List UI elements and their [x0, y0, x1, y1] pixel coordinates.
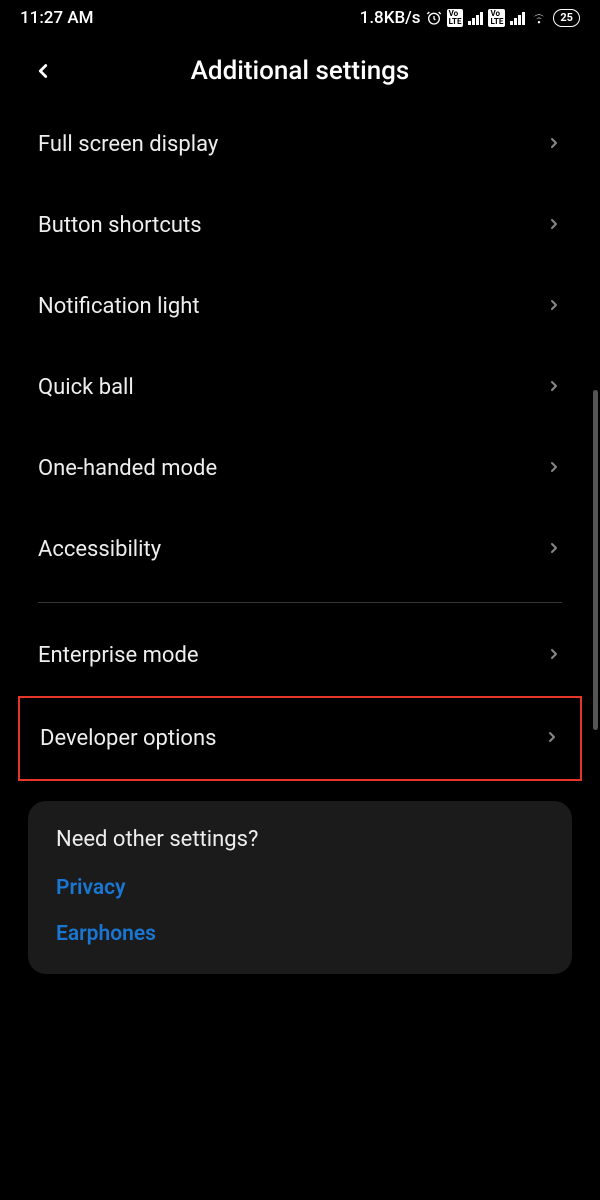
setting-label: Enterprise mode	[38, 643, 199, 668]
setting-label: Quick ball	[38, 375, 134, 400]
suggestion-box: Need other settings? Privacy Earphones	[28, 801, 572, 974]
setting-label: Full screen display	[38, 132, 218, 157]
signal-sim2-icon	[510, 11, 525, 25]
signal-sim1-icon	[468, 11, 483, 25]
scrollbar[interactable]	[593, 390, 598, 730]
setting-label: Notification light	[38, 294, 200, 319]
setting-one-handed-mode[interactable]: One-handed mode	[0, 428, 600, 509]
suggestion-title: Need other settings?	[56, 827, 544, 852]
setting-label: Accessibility	[38, 537, 161, 562]
suggestion-link-earphones[interactable]: Earphones	[56, 922, 544, 946]
setting-button-shortcuts[interactable]: Button shortcuts	[0, 185, 600, 266]
chevron-right-icon	[546, 456, 562, 481]
setting-label: Developer options	[40, 726, 216, 751]
setting-accessibility[interactable]: Accessibility	[0, 509, 600, 590]
setting-full-screen-display[interactable]: Full screen display	[0, 104, 600, 185]
status-data-rate: 1.8KB/s	[360, 8, 421, 28]
settings-list: Full screen display Button shortcuts Not…	[0, 104, 600, 974]
status-bar: 11:27 AM 1.8KB/s VoLTE VoLTE 25	[0, 0, 600, 32]
header: Additional settings	[0, 32, 600, 104]
battery-indicator: 25	[553, 9, 580, 26]
status-time: 11:27 AM	[20, 8, 94, 28]
back-button[interactable]	[32, 60, 54, 82]
wifi-icon	[530, 10, 548, 26]
chevron-right-icon	[546, 643, 562, 668]
chevron-right-icon	[544, 726, 560, 751]
setting-developer-options[interactable]: Developer options	[18, 696, 582, 781]
setting-label: One-handed mode	[38, 456, 217, 481]
setting-notification-light[interactable]: Notification light	[0, 266, 600, 347]
suggestion-link-privacy[interactable]: Privacy	[56, 876, 544, 900]
lte-sim2-icon: VoLTE	[488, 9, 505, 27]
alarm-icon	[426, 10, 442, 26]
chevron-right-icon	[546, 375, 562, 400]
chevron-right-icon	[546, 537, 562, 562]
setting-enterprise-mode[interactable]: Enterprise mode	[0, 615, 600, 696]
chevron-right-icon	[546, 132, 562, 157]
chevron-right-icon	[546, 294, 562, 319]
page-title: Additional settings	[20, 56, 580, 86]
setting-quick-ball[interactable]: Quick ball	[0, 347, 600, 428]
chevron-right-icon	[546, 213, 562, 238]
setting-label: Button shortcuts	[38, 213, 202, 238]
divider	[38, 602, 562, 603]
lte-sim1-icon: VoLTE	[447, 9, 464, 27]
